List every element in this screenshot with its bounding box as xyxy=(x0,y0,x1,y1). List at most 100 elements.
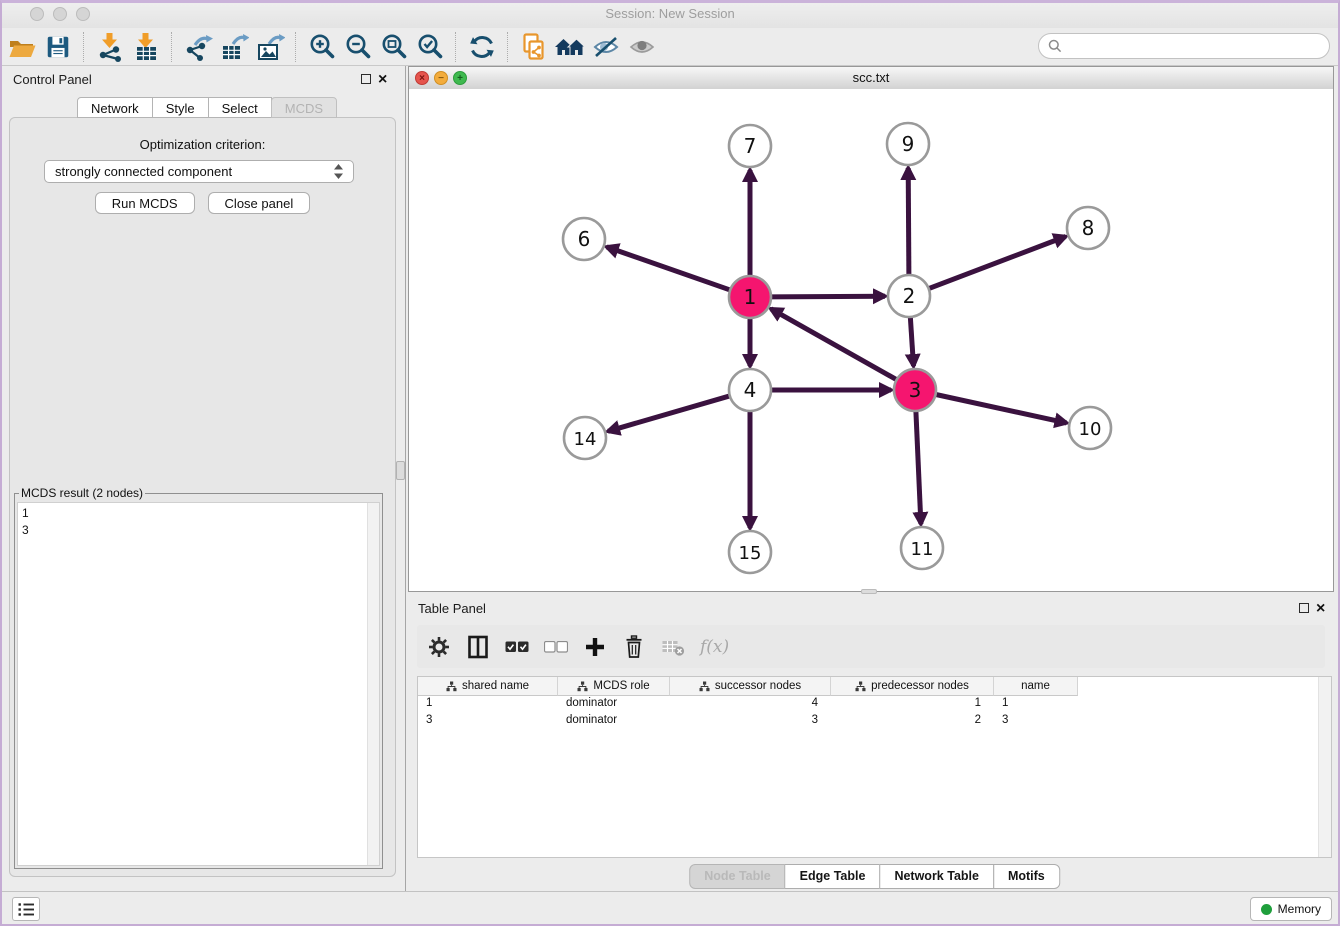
optimization-select-value: strongly connected component xyxy=(55,164,334,179)
tab-select[interactable]: Select xyxy=(208,97,272,118)
tab-mcds[interactable]: MCDS xyxy=(271,97,337,118)
control-panel-header: Control Panel × xyxy=(0,66,405,92)
graph-node-label-6: 6 xyxy=(578,227,591,251)
table-cell[interactable]: 3 xyxy=(418,713,558,730)
hide-selected-icon[interactable] xyxy=(588,30,624,64)
tab-network[interactable]: Network xyxy=(77,97,153,118)
search-input[interactable] xyxy=(1068,38,1320,55)
table-tabs: Node TableEdge TableNetwork TableMotifs xyxy=(689,864,1059,889)
table-cell[interactable]: dominator xyxy=(558,696,670,713)
graph-edge-2-8[interactable] xyxy=(927,237,1066,290)
close-panel-icon[interactable]: × xyxy=(378,74,387,86)
add-column-icon[interactable] xyxy=(583,635,607,659)
column-header-successor-nodes[interactable]: successor nodes xyxy=(670,677,831,696)
table-row[interactable]: 3dominator323 xyxy=(418,713,1331,730)
main-titlebar: Session: New Session xyxy=(0,0,1340,29)
delete-column-icon[interactable] xyxy=(622,635,646,659)
tab-network-table[interactable]: Network Table xyxy=(879,864,994,889)
table-float-icon[interactable] xyxy=(1299,603,1309,613)
memory-label: Memory xyxy=(1278,902,1321,916)
column-type-icon xyxy=(855,681,866,692)
table-cell[interactable]: 1 xyxy=(418,696,558,713)
horizontal-splitter-handle[interactable] xyxy=(861,589,877,594)
tab-motifs[interactable]: Motifs xyxy=(993,864,1060,889)
column-type-icon xyxy=(699,681,710,692)
run-mcds-button[interactable]: Run MCDS xyxy=(95,192,195,214)
graph-node-label-4: 4 xyxy=(744,378,757,402)
open-session-icon[interactable] xyxy=(4,30,40,64)
table-cell[interactable]: 2 xyxy=(831,713,994,730)
network-window-titlebar[interactable]: × − + scc.txt xyxy=(409,67,1333,90)
graph-node-label-3: 3 xyxy=(909,378,922,402)
table-close-icon[interactable]: × xyxy=(1316,603,1325,615)
toolbar-separator xyxy=(455,32,457,62)
zoom-in-icon[interactable] xyxy=(304,30,340,64)
zoom-fit-icon[interactable] xyxy=(376,30,412,64)
home-layout-icon[interactable] xyxy=(552,30,588,64)
table-cell[interactable]: 1 xyxy=(831,696,994,713)
clone-network-icon[interactable] xyxy=(516,30,552,64)
zoom-out-icon[interactable] xyxy=(340,30,376,64)
result-line: 1 xyxy=(22,505,375,522)
table-toolbar: f(x) xyxy=(417,625,1325,668)
table-cell[interactable]: 4 xyxy=(670,696,831,713)
tab-edge-table[interactable]: Edge Table xyxy=(785,864,881,889)
close-mcds-panel-button[interactable]: Close panel xyxy=(208,192,311,214)
table-scrollbar[interactable] xyxy=(1318,677,1331,857)
network-canvas[interactable]: 7968124314101511 xyxy=(409,89,1333,591)
zoom-selected-icon[interactable] xyxy=(412,30,448,64)
toggle-columns-icon[interactable] xyxy=(466,635,490,659)
memory-button[interactable]: Memory xyxy=(1250,897,1332,921)
save-session-icon[interactable] xyxy=(40,30,76,64)
column-header-predecessor-nodes[interactable]: predecessor nodes xyxy=(831,677,994,696)
column-header-shared-name[interactable]: shared name xyxy=(418,677,558,696)
column-header-MCDS-role[interactable]: MCDS role xyxy=(558,677,670,696)
table-cell[interactable]: 1 xyxy=(994,696,1078,713)
graph-edge-2-3[interactable] xyxy=(910,315,913,366)
mcds-result-box[interactable]: 13 xyxy=(17,502,380,866)
column-header-name[interactable]: name xyxy=(994,677,1078,696)
table-header-row: shared nameMCDS rolesuccessor nodesprede… xyxy=(418,677,1331,696)
select-all-checkboxes-icon[interactable] xyxy=(505,635,529,659)
graph-node-label-8: 8 xyxy=(1082,216,1095,240)
tab-style[interactable]: Style xyxy=(152,97,209,118)
graph-edge-2-9[interactable] xyxy=(908,168,909,277)
vertical-splitter-handle[interactable] xyxy=(396,461,405,480)
table-cell[interactable]: dominator xyxy=(558,713,670,730)
deselect-all-checkboxes-icon[interactable] xyxy=(544,635,568,659)
table-cell[interactable]: 3 xyxy=(670,713,831,730)
fx-label: f(x) xyxy=(700,637,729,657)
network-window-title: scc.txt xyxy=(409,70,1333,85)
graph-edge-4-14[interactable] xyxy=(608,395,732,431)
result-scrollbar[interactable] xyxy=(367,503,379,865)
table-row[interactable]: 1dominator411 xyxy=(418,696,1331,713)
node-table: shared nameMCDS rolesuccessor nodesprede… xyxy=(417,676,1332,858)
export-network-icon[interactable] xyxy=(180,30,216,64)
graph-edge-3-10[interactable] xyxy=(934,394,1067,423)
import-network-icon[interactable] xyxy=(92,30,128,64)
export-table-icon[interactable] xyxy=(216,30,252,64)
graph-edge-1-6[interactable] xyxy=(607,247,732,291)
graph-edge-1-2[interactable] xyxy=(769,296,885,297)
function-builder-icon: f(x) xyxy=(700,635,729,659)
graph-edge-3-1[interactable] xyxy=(771,309,899,381)
task-history-button[interactable] xyxy=(12,897,40,921)
import-table-icon[interactable] xyxy=(128,30,164,64)
refresh-icon[interactable] xyxy=(464,30,500,64)
graph-node-label-7: 7 xyxy=(744,134,757,158)
export-image-icon[interactable] xyxy=(252,30,288,64)
settings-gear-icon[interactable] xyxy=(427,635,451,659)
list-icon xyxy=(18,902,35,917)
table-panel: Table Panel × xyxy=(408,596,1340,891)
graph-node-label-9: 9 xyxy=(902,132,915,156)
mcds-result-title: MCDS result (2 nodes) xyxy=(19,486,145,500)
tab-node-table[interactable]: Node Table xyxy=(689,864,785,889)
graph-node-label-11: 11 xyxy=(911,539,934,560)
graph-edge-3-11[interactable] xyxy=(916,409,921,524)
table-cell[interactable]: 3 xyxy=(994,713,1078,730)
show-all-icon[interactable] xyxy=(624,30,660,64)
optimization-select[interactable]: strongly connected component xyxy=(44,160,354,183)
network-graph: 7968124314101511 xyxy=(409,89,1333,592)
float-panel-icon[interactable] xyxy=(361,74,371,84)
chevron-up-down-icon xyxy=(334,164,343,179)
